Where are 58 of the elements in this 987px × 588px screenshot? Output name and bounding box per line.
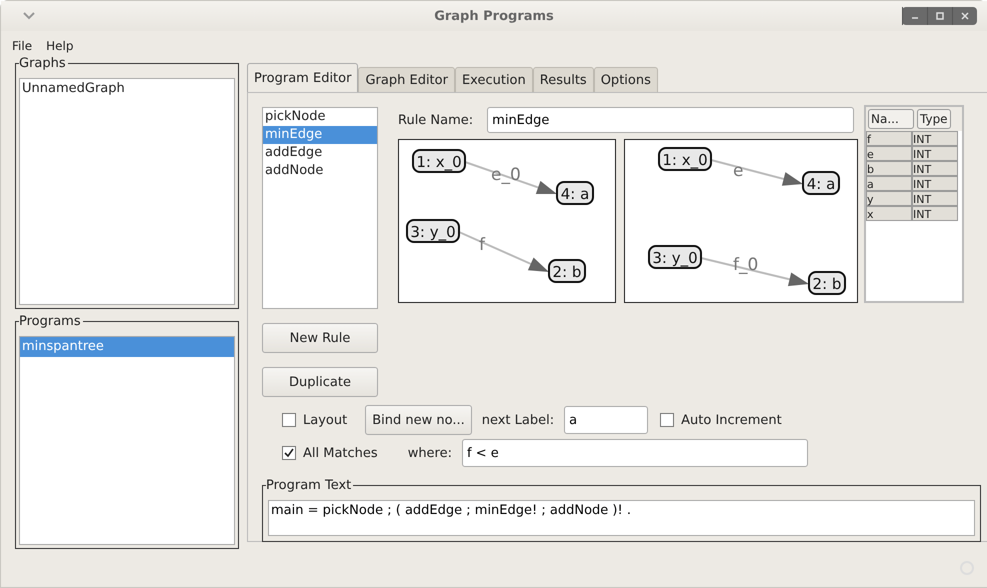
column-header[interactable]: Na... <box>868 109 914 129</box>
table-cell: y <box>866 191 912 206</box>
graph-node: 4: a <box>802 171 840 195</box>
bind-button[interactable]: Bind new no... <box>365 405 472 435</box>
graph-node: 4: a <box>556 181 594 205</box>
maximize-icon <box>935 11 945 21</box>
group-title: Graphs <box>19 56 68 71</box>
table-cell: INT <box>912 206 958 221</box>
edge-label: f <box>479 235 485 255</box>
field-label: next Label: <box>482 412 554 428</box>
rule-name-field[interactable]: minEdge <box>487 107 854 133</box>
table-cell: x <box>866 206 912 221</box>
rule-button[interactable]: Duplicate <box>262 367 378 397</box>
table-cell: b <box>866 161 912 176</box>
list-item[interactable]: UnnamedGraph <box>20 79 234 99</box>
window-title: Graph Programs <box>434 8 554 24</box>
table-cell: f <box>866 131 912 146</box>
graph-node: 2: b <box>808 271 846 295</box>
tab[interactable]: Options <box>594 67 658 92</box>
field-label: where: <box>408 446 452 460</box>
chevron-icon <box>23 12 35 20</box>
menu-item[interactable]: File <box>5 39 40 53</box>
table-cell: INT <box>912 176 958 191</box>
tab[interactable]: Execution <box>454 67 533 92</box>
graph-node: 1: x_0 <box>412 149 466 173</box>
tab[interactable]: Program Editor <box>247 63 358 92</box>
graph-node: 1: x_0 <box>658 147 712 171</box>
checkbox[interactable]: All Matches <box>282 446 378 460</box>
next-label-field[interactable]: a <box>564 406 648 434</box>
edge-label: f_0 <box>733 255 758 275</box>
tab[interactable]: Graph Editor <box>358 67 455 92</box>
graph-node: 3: y_0 <box>648 245 702 269</box>
table-cell: INT <box>912 161 958 176</box>
checkbox[interactable]: Layout <box>282 412 348 428</box>
checkbox[interactable]: Auto Increment <box>660 412 782 428</box>
program-text-area[interactable]: main = pickNode ; ( addEdge ; minEdge! ; addNode )! . <box>268 500 975 536</box>
table-cell: a <box>866 176 912 191</box>
edge-label: e_0 <box>491 165 521 185</box>
table-cell: INT <box>912 131 958 146</box>
rule-item[interactable]: pickNode <box>263 108 377 126</box>
checkmark-icon <box>284 448 294 458</box>
table-cell: e <box>866 146 912 161</box>
table-cell: INT <box>912 146 958 161</box>
group-title: Program Text <box>266 478 354 493</box>
close-icon <box>960 11 970 21</box>
rule-button[interactable]: New Rule <box>262 323 378 353</box>
table-cell: INT <box>912 191 958 206</box>
field-label: Rule Name: <box>398 112 474 128</box>
group-title: Programs <box>19 314 83 329</box>
column-header[interactable]: Type <box>917 109 951 129</box>
tab[interactable]: Results <box>532 67 594 92</box>
menu-item[interactable]: Help <box>39 39 80 53</box>
graph-node: 3: y_0 <box>406 219 460 243</box>
graph-node: 2: b <box>548 259 586 283</box>
rule-item[interactable]: addEdge <box>263 144 377 162</box>
edge-label: e <box>733 161 744 181</box>
rule-item[interactable]: addNode <box>263 162 377 180</box>
where-field[interactable]: f < e <box>462 439 808 467</box>
